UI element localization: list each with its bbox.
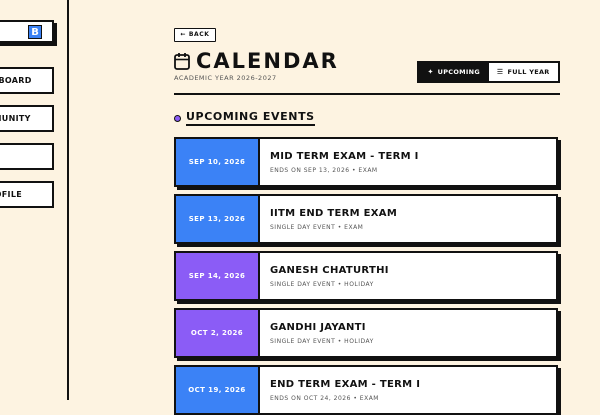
sidebar-item-label: DASHBOARD <box>0 76 32 85</box>
toggle-upcoming-button[interactable]: ✦ UPCOMING <box>419 63 489 81</box>
event-card[interactable]: SEP 10, 2026 MID TERM EXAM - TERM I ENDS… <box>174 137 558 187</box>
event-card[interactable]: OCT 2, 2026 GANDHI JAYANTI SINGLE DAY EV… <box>174 308 558 358</box>
event-title: END TERM EXAM - TERM I <box>270 378 421 390</box>
event-meta: SINGLE DAY EVENT • HOLIDAY <box>270 337 374 345</box>
event-date: OCT 2, 2026 <box>176 310 260 356</box>
section-dot-icon <box>174 114 181 122</box>
event-meta: ENDS ON SEP 13, 2026 • EXAM <box>270 166 378 174</box>
back-label: BACK <box>188 31 210 38</box>
event-title: GANESH CHATURTHI <box>270 264 389 276</box>
header-divider <box>174 93 560 95</box>
app-logo[interactable]: B <box>0 20 54 43</box>
logo-badge: B <box>28 25 42 39</box>
sidebar-item-label: PROFILE <box>0 190 22 199</box>
event-title: GANDHI JAYANTI <box>270 321 366 333</box>
event-date: SEP 14, 2026 <box>176 253 260 299</box>
sidebar-item-dashboard[interactable]: DASHBOARD <box>0 67 54 94</box>
sidebar-item-label: COMMUNITY <box>0 114 31 123</box>
sidebar-item-profile[interactable]: PROFILE <box>0 181 54 208</box>
event-title: IITM END TERM EXAM <box>270 207 398 219</box>
event-info: MID TERM EXAM - TERM I ENDS ON SEP 13, 2… <box>260 139 556 185</box>
toggle-full-year-label: FULL YEAR <box>507 68 550 76</box>
back-arrow-icon: ← <box>180 31 187 38</box>
event-meta: SINGLE DAY EVENT • HOLIDAY <box>270 280 374 288</box>
sidebar-item-3[interactable] <box>0 143 54 170</box>
event-card[interactable]: OCT 19, 2026 END TERM EXAM - TERM I ENDS… <box>174 365 558 415</box>
main-content: ← BACK CALENDAR ACADEMIC YEAR 2026-2027 … <box>174 0 560 415</box>
calendar-icon <box>174 53 190 70</box>
list-icon: ☰ <box>496 68 504 76</box>
event-card[interactable]: SEP 13, 2026 IITM END TERM EXAM SINGLE D… <box>174 194 558 244</box>
sidebar: B DASHBOARD COMMUNITY PROFILE <box>0 0 69 400</box>
sparkle-icon: ✦ <box>427 68 434 76</box>
event-date: SEP 13, 2026 <box>176 196 260 242</box>
view-toggle: ✦ UPCOMING ☰ FULL YEAR <box>417 61 560 83</box>
section-header: UPCOMING EVENTS <box>174 110 315 126</box>
section-title: UPCOMING EVENTS <box>186 110 315 126</box>
event-info: IITM END TERM EXAM SINGLE DAY EVENT • EX… <box>260 196 556 242</box>
event-meta: ENDS ON OCT 24, 2026 • EXAM <box>270 394 379 402</box>
sidebar-item-community[interactable]: COMMUNITY <box>0 105 54 132</box>
event-title: MID TERM EXAM - TERM I <box>270 150 419 162</box>
event-info: END TERM EXAM - TERM I ENDS ON OCT 24, 2… <box>260 367 556 413</box>
event-meta: SINGLE DAY EVENT • EXAM <box>270 223 364 231</box>
event-card[interactable]: SEP 14, 2026 GANESH CHATURTHI SINGLE DAY… <box>174 251 558 301</box>
event-info: GANESH CHATURTHI SINGLE DAY EVENT • HOLI… <box>260 253 556 299</box>
page-subtitle: ACADEMIC YEAR 2026-2027 <box>174 74 277 82</box>
toggle-upcoming-label: UPCOMING <box>437 68 481 76</box>
back-button[interactable]: ← BACK <box>174 28 216 42</box>
event-date: OCT 19, 2026 <box>176 367 260 413</box>
event-date: SEP 10, 2026 <box>176 139 260 185</box>
toggle-full-year-button[interactable]: ☰ FULL YEAR <box>489 63 559 81</box>
event-info: GANDHI JAYANTI SINGLE DAY EVENT • HOLIDA… <box>260 310 556 356</box>
page-header: CALENDAR <box>174 49 339 73</box>
page-title: CALENDAR <box>196 49 339 73</box>
